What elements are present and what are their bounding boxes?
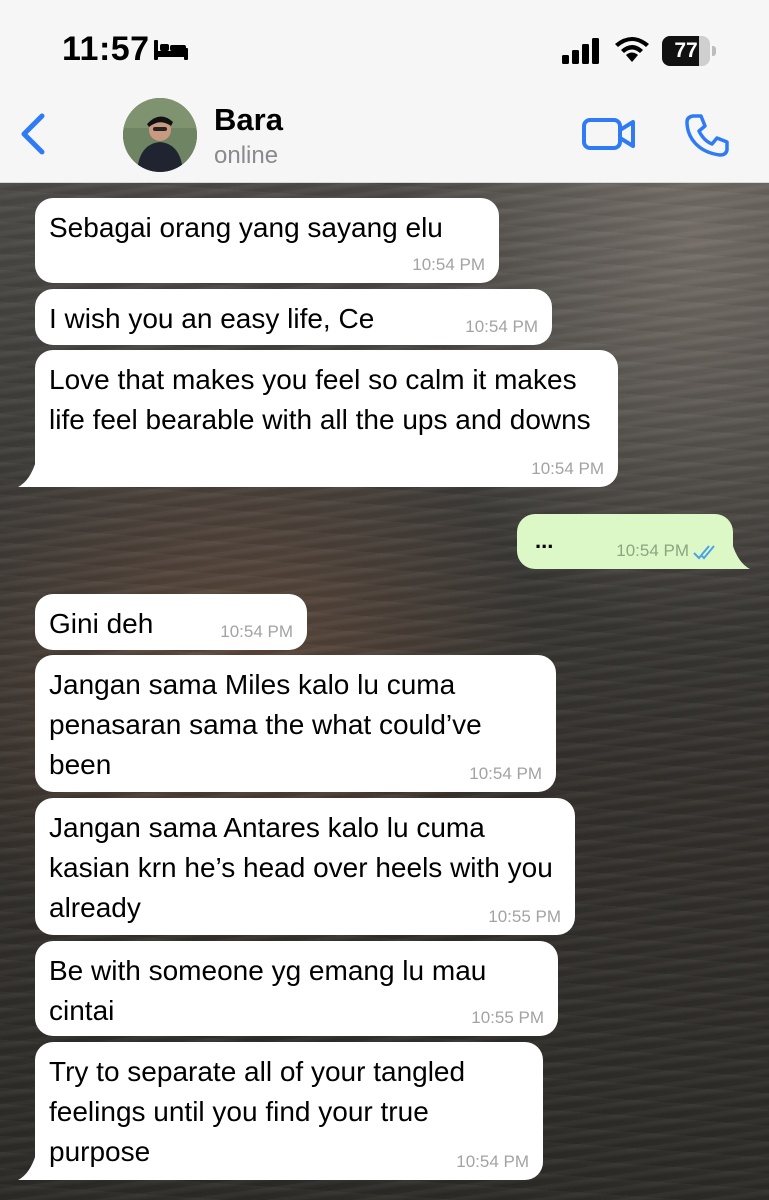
phone-call-icon[interactable] xyxy=(684,112,730,158)
back-button[interactable] xyxy=(14,110,54,158)
video-call-icon[interactable] xyxy=(581,114,637,154)
wifi-icon xyxy=(615,37,649,62)
status-bar: 11:57 77 xyxy=(0,0,769,96)
incoming-message-bubble[interactable]: Jangan sama Antares kalo lu cuma kasian … xyxy=(35,798,575,935)
message-text: Jangan sama Antares kalo lu cuma kasian … xyxy=(49,812,553,923)
message-time: 10:54 PM xyxy=(531,459,604,478)
incoming-message-bubble[interactable]: Be with someone yg emang lu mau cintai 1… xyxy=(35,941,558,1036)
read-receipt-icon xyxy=(693,545,715,560)
contact-status: online xyxy=(214,142,279,169)
message-text: Be with someone yg emang lu mau cintai xyxy=(49,955,487,1026)
bubble-tail xyxy=(726,543,750,569)
message-time: 10:55 PM xyxy=(471,1008,544,1027)
message-time: 10:54 PM xyxy=(616,541,689,560)
incoming-message-bubble[interactable]: Sebagai orang yang sayang elu 10:54 PM xyxy=(35,198,499,283)
incoming-message-bubble[interactable]: Try to separate all of your tangled feel… xyxy=(35,1042,543,1180)
sleep-focus-icon xyxy=(154,40,188,60)
battery-percent: 77 xyxy=(674,39,698,62)
status-time: 11:57 xyxy=(62,30,150,68)
contact-avatar[interactable] xyxy=(123,98,197,172)
outgoing-message-bubble[interactable]: ... 10:54 PM xyxy=(517,514,733,569)
chat-header: Bara online xyxy=(0,96,769,183)
bubble-tail xyxy=(18,1154,42,1180)
cellular-signal-icon xyxy=(562,38,599,64)
message-time: 10:54 PM xyxy=(412,255,485,274)
message-text: Jangan sama Miles kalo lu cuma penasaran… xyxy=(49,669,482,780)
incoming-message-bubble[interactable]: I wish you an easy life, Ce 10:54 PM xyxy=(35,289,552,345)
incoming-message-bubble[interactable]: Love that makes you feel so calm it make… xyxy=(35,350,618,487)
message-text: Sebagai orang yang sayang elu xyxy=(49,212,443,243)
message-time: 10:54 PM xyxy=(220,622,293,641)
contact-name[interactable]: Bara xyxy=(214,102,283,138)
bubble-tail xyxy=(18,461,42,487)
incoming-message-bubble[interactable]: Jangan sama Miles kalo lu cuma penasaran… xyxy=(35,655,556,792)
message-time: 10:54 PM xyxy=(469,764,542,783)
message-time: 10:55 PM xyxy=(488,907,561,926)
message-list[interactable]: Sebagai orang yang sayang elu 10:54 PM I… xyxy=(0,183,769,1200)
message-time: 10:54 PM xyxy=(456,1152,529,1171)
message-text: Love that makes you feel so calm it make… xyxy=(49,364,591,435)
chat-screen: 11:57 77 Bara online Sebagai orang yang … xyxy=(0,0,769,1200)
incoming-message-bubble[interactable]: Gini deh 10:54 PM xyxy=(35,594,307,650)
battery-icon: 77 xyxy=(662,36,716,66)
message-time: 10:54 PM xyxy=(465,317,538,336)
